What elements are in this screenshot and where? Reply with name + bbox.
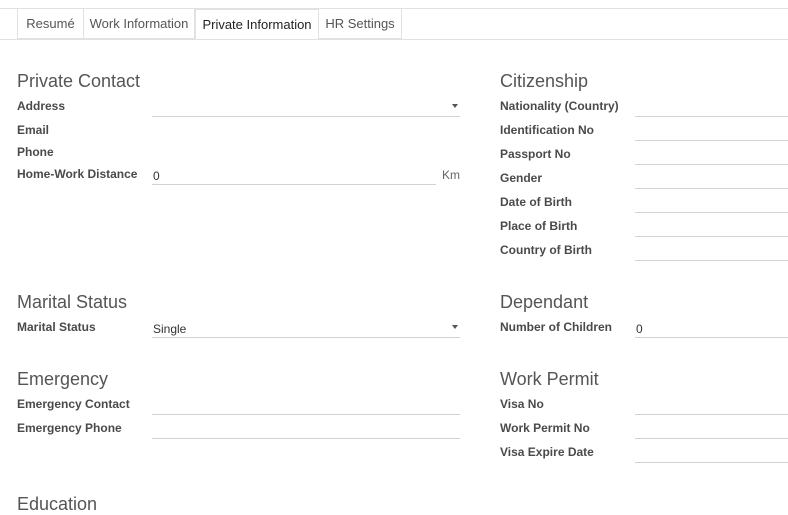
nationality-label: Nationality (Country) bbox=[500, 99, 619, 113]
gender-field[interactable] bbox=[635, 169, 788, 189]
education-title: Education bbox=[17, 494, 98, 514]
number-of-children-value: 0 bbox=[636, 322, 643, 336]
marital-status-label: Marital Status bbox=[17, 320, 96, 334]
date-of-birth-field[interactable] bbox=[635, 193, 788, 213]
emergency-contact-label: Emergency Contact bbox=[17, 397, 130, 411]
nationality-field[interactable] bbox=[635, 97, 788, 117]
tab-hr-settings[interactable]: HR Settings bbox=[318, 9, 402, 39]
tab-resume[interactable]: Resumé bbox=[17, 9, 84, 39]
phone-label: Phone bbox=[17, 145, 54, 159]
visa-no-label: Visa No bbox=[500, 397, 544, 411]
emergency-phone-field[interactable] bbox=[152, 419, 460, 439]
work-permit-no-label: Work Permit No bbox=[500, 421, 590, 435]
distance-unit: Km bbox=[442, 168, 460, 182]
chevron-down-icon bbox=[452, 104, 458, 108]
identification-field[interactable] bbox=[635, 121, 788, 141]
address-label: Address bbox=[17, 99, 66, 113]
tab-private-information[interactable]: Private Information bbox=[195, 9, 319, 40]
tab-work-information[interactable]: Work Information bbox=[83, 9, 195, 39]
country-of-birth-label: Country of Birth bbox=[500, 243, 592, 257]
marital-status-title: Marital Status bbox=[17, 292, 128, 312]
emergency-contact-field[interactable] bbox=[152, 395, 460, 415]
emergency-phone-label: Emergency Phone bbox=[17, 421, 122, 435]
visa-no-field[interactable] bbox=[635, 395, 788, 415]
visa-expire-date-label: Visa Expire Date bbox=[500, 445, 594, 459]
marital-status-select[interactable]: Single bbox=[152, 318, 460, 338]
email-label: Email bbox=[17, 123, 50, 137]
address-field[interactable] bbox=[152, 97, 460, 117]
date-of-birth-label: Date of Birth bbox=[500, 195, 572, 209]
visa-expire-date-field[interactable] bbox=[635, 443, 788, 463]
gender-label: Gender bbox=[500, 171, 543, 185]
dependant-title: Dependant bbox=[500, 292, 589, 312]
marital-status-value: Single bbox=[153, 322, 187, 336]
work-permit-no-field[interactable] bbox=[635, 419, 788, 439]
number-of-children-input[interactable]: 0 bbox=[635, 318, 788, 338]
tab-bar: Resumé Work Information Private Informat… bbox=[0, 9, 788, 40]
passport-label: Passport No bbox=[500, 147, 571, 161]
home-work-distance-value: 0 bbox=[153, 169, 160, 183]
private-contact-title: Private Contact bbox=[17, 71, 141, 91]
place-of-birth-label: Place of Birth bbox=[500, 219, 578, 233]
citizenship-title: Citizenship bbox=[500, 71, 589, 91]
chevron-down-icon bbox=[452, 325, 458, 329]
place-of-birth-field[interactable] bbox=[635, 217, 788, 237]
country-of-birth-field[interactable] bbox=[635, 241, 788, 261]
emergency-title: Emergency bbox=[17, 369, 109, 389]
home-work-distance-label: Home-Work Distance bbox=[17, 167, 138, 181]
tab-bar-baseline bbox=[0, 39, 788, 40]
home-work-distance-input[interactable]: 0 bbox=[152, 165, 436, 185]
work-permit-title: Work Permit bbox=[500, 369, 599, 389]
number-of-children-label: Number of Children bbox=[500, 320, 613, 334]
passport-field[interactable] bbox=[635, 145, 788, 165]
identification-label: Identification No bbox=[500, 123, 594, 137]
